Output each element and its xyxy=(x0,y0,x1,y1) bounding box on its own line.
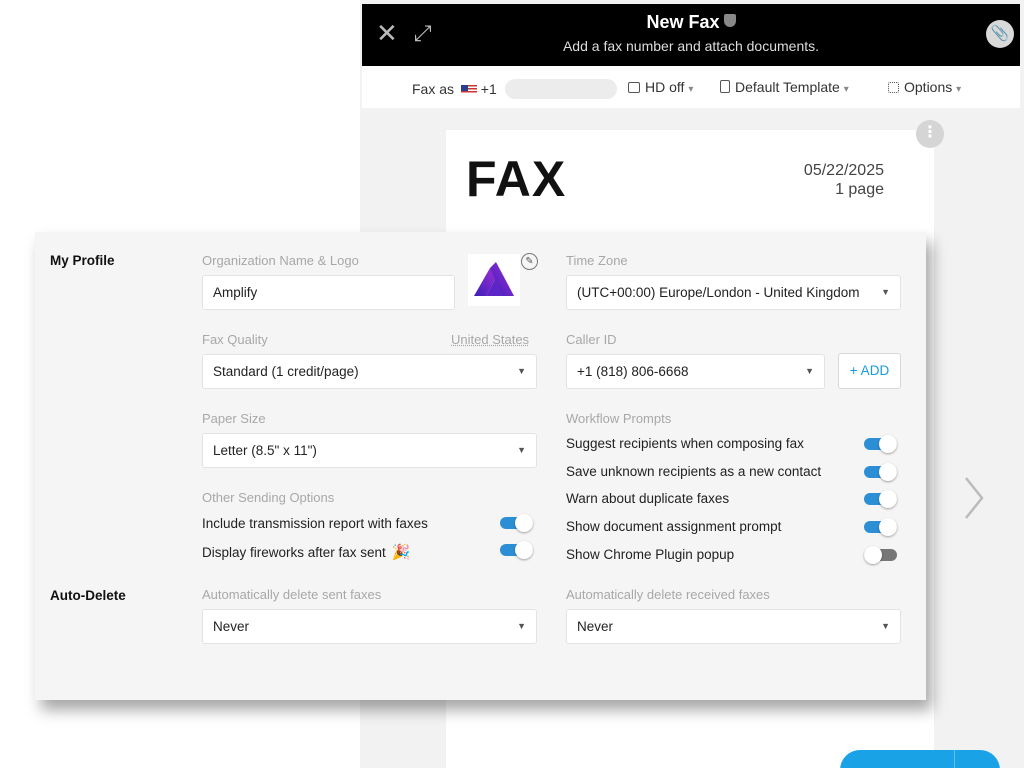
org-name-label: Organization Name & Logo xyxy=(202,253,359,268)
auto-delete-sent-value: Never xyxy=(213,619,249,634)
toggle-save-unknown[interactable] xyxy=(864,463,897,480)
grid-icon xyxy=(888,82,899,93)
composer-subtitle: Add a fax number and attach documents. xyxy=(362,38,1020,54)
workflow-option-save-unknown: Save unknown recipients as a new contact xyxy=(566,464,821,479)
dropdown-arrow-icon: ▼ xyxy=(881,610,890,643)
hd-toggle-menu[interactable]: HD off ▾ xyxy=(628,79,693,95)
toggle-transmission-report[interactable] xyxy=(500,514,533,531)
hd-label: HD off xyxy=(645,79,684,95)
edit-logo-icon[interactable]: ✎ xyxy=(521,253,538,270)
caller-id-label: Caller ID xyxy=(566,332,617,347)
paperclip-icon[interactable]: 📎 xyxy=(986,20,1014,48)
workflow-option-suggest-recipients: Suggest recipients when composing fax xyxy=(566,436,804,451)
time-zone-label: Time Zone xyxy=(566,253,628,268)
chevron-down-icon: ▾ xyxy=(688,84,693,95)
screen: ✕ ⤡ New Fax Add a fax number and attach … xyxy=(0,0,1024,768)
dropdown-arrow-icon: ▼ xyxy=(517,610,526,643)
fax-quality-value: Standard (1 credit/page) xyxy=(213,364,359,379)
dropdown-arrow-icon: ▼ xyxy=(517,434,526,467)
option-transmission-report: Include transmission report with faxes xyxy=(202,516,428,531)
org-name-input[interactable]: Amplify xyxy=(202,275,455,310)
composer-header: ✕ ⤡ New Fax Add a fax number and attach … xyxy=(362,4,1020,66)
options-label: Options xyxy=(904,79,952,95)
toggle-chrome-plugin[interactable] xyxy=(864,546,897,563)
workflow-option-document-assignment: Show document assignment prompt xyxy=(566,519,781,534)
fax-quality-select[interactable]: Standard (1 credit/page) ▼ xyxy=(202,354,537,389)
options-menu[interactable]: Options ▾ xyxy=(888,79,961,95)
fax-heading: FAX xyxy=(466,150,566,208)
fax-as-selector[interactable]: Fax as +1 xyxy=(412,79,617,99)
document-icon xyxy=(720,80,730,93)
composer-toolbar: Fax as +1 HD off ▾ Default Template ▾ Op… xyxy=(362,66,1020,108)
template-menu[interactable]: Default Template ▾ xyxy=(720,79,849,95)
send-button[interactable] xyxy=(840,750,1000,768)
other-sending-options-label: Other Sending Options xyxy=(202,490,334,505)
toggle-document-assignment[interactable] xyxy=(864,518,897,535)
caller-id-select[interactable]: +1 (818) 806-6668 ▼ xyxy=(566,354,825,389)
workflow-option-chrome-plugin: Show Chrome Plugin popup xyxy=(566,547,734,562)
option-fireworks: Display fireworks after fax sent 🎉 xyxy=(202,543,411,561)
organization-logo[interactable] xyxy=(468,254,520,306)
fax-quality-label: Fax Quality xyxy=(202,332,268,347)
paper-size-value: Letter (8.5" x 11") xyxy=(213,443,317,458)
option-fireworks-label: Display fireworks after fax sent xyxy=(202,545,386,560)
time-zone-select[interactable]: (UTC+00:00) Europe/London - United Kingd… xyxy=(566,275,901,310)
dropdown-arrow-icon: ▼ xyxy=(517,355,526,388)
toggle-warn-duplicates[interactable] xyxy=(864,490,897,507)
my-profile-section-label: My Profile xyxy=(50,253,115,268)
time-zone-value: (UTC+00:00) Europe/London - United Kingd… xyxy=(577,285,860,300)
paper-size-label: Paper Size xyxy=(202,411,266,426)
image-icon xyxy=(628,82,640,93)
settings-panel: My Profile Organization Name & Logo Ampl… xyxy=(35,232,926,700)
more-options-icon[interactable]: ⋮ xyxy=(916,120,944,148)
toggle-suggest-recipients[interactable] xyxy=(864,435,897,452)
fax-page-count: 1 page xyxy=(835,181,884,199)
us-flag-icon xyxy=(461,85,477,95)
dropdown-arrow-icon: ▼ xyxy=(881,276,890,309)
fax-quality-region-link[interactable]: United States xyxy=(451,332,529,347)
auto-delete-sent-select[interactable]: Never ▼ xyxy=(202,609,537,644)
paper-size-select[interactable]: Letter (8.5" x 11") ▼ xyxy=(202,433,537,468)
add-caller-id-button[interactable]: + ADD xyxy=(838,353,901,389)
toggle-fireworks[interactable] xyxy=(500,541,533,558)
fax-date: 05/22/2025 xyxy=(804,162,884,180)
redacted-number xyxy=(505,79,617,99)
party-popper-icon: 🎉 xyxy=(392,543,411,561)
country-code: +1 xyxy=(481,81,497,97)
chevron-right-icon[interactable] xyxy=(960,474,988,522)
amplify-logo-icon xyxy=(468,254,520,306)
chevron-down-icon: ▾ xyxy=(844,84,849,95)
workflow-prompts-label: Workflow Prompts xyxy=(566,411,671,426)
auto-delete-received-label: Automatically delete received faxes xyxy=(566,587,770,602)
auto-delete-section-label: Auto-Delete xyxy=(50,588,126,603)
auto-delete-received-select[interactable]: Never ▼ xyxy=(566,609,901,644)
shield-icon xyxy=(724,14,736,27)
dropdown-arrow-icon: ▼ xyxy=(805,355,814,388)
chevron-down-icon: ▾ xyxy=(956,84,961,95)
fax-as-label: Fax as xyxy=(412,81,454,97)
auto-delete-received-value: Never xyxy=(577,619,613,634)
auto-delete-sent-label: Automatically delete sent faxes xyxy=(202,587,381,602)
workflow-option-warn-duplicates: Warn about duplicate faxes xyxy=(566,491,729,506)
caller-id-value: +1 (818) 806-6668 xyxy=(577,364,688,379)
template-label: Default Template xyxy=(735,79,840,95)
composer-title: New Fax xyxy=(362,12,1020,33)
